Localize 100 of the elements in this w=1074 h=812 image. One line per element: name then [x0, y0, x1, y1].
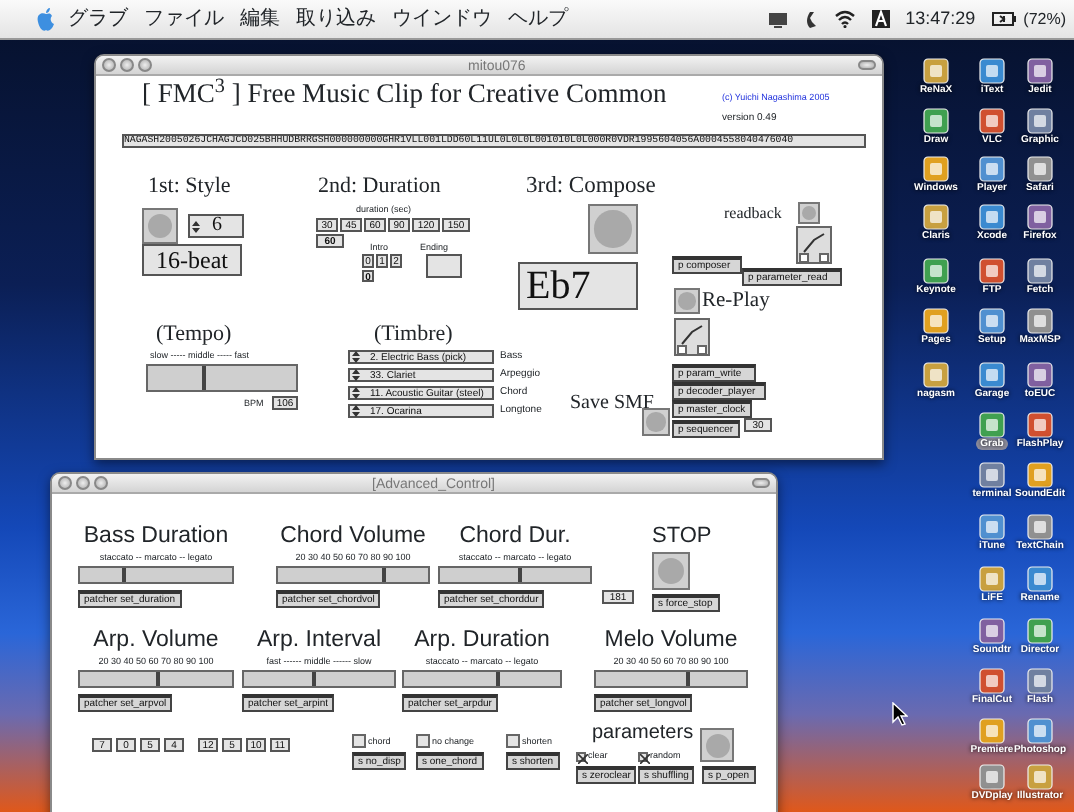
- slider-title: Chord Volume: [278, 526, 428, 549]
- app-icon: [1026, 764, 1054, 790]
- updown-arrow-icon: [350, 350, 362, 364]
- menu-item[interactable]: ファイル: [144, 9, 224, 29]
- heading: [ FMC$^{3}$ ] Free Music Clip for Creative Common: [142, 80, 667, 107]
- bang-button[interactable]: [642, 408, 670, 436]
- section-title: 1st: Style: [148, 176, 231, 198]
- gate-drawing: [674, 318, 710, 356]
- parameters-label: parameters: [592, 724, 694, 744]
- wifi-icon: [833, 10, 856, 28]
- battery-icon: [991, 12, 1016, 26]
- app-icon: [1026, 412, 1054, 438]
- slider-track[interactable]: [78, 566, 234, 584]
- app-icon: [1026, 566, 1054, 592]
- replay-label: Re-Play: [702, 292, 770, 313]
- app-icon: [922, 58, 950, 84]
- toggle[interactable]: [416, 734, 430, 748]
- slider-thumb[interactable]: [201, 366, 206, 390]
- updown-arrow-icon: [350, 386, 362, 400]
- app-icon: [1026, 462, 1054, 488]
- slider-thumb[interactable]: [381, 568, 386, 582]
- menu-item[interactable]: 編集: [240, 9, 280, 29]
- bang-button[interactable]: [674, 288, 700, 314]
- menu-item[interactable]: グラブ: [68, 9, 128, 29]
- menu-item[interactable]: ヘルプ: [508, 9, 568, 29]
- ending-box[interactable]: [426, 254, 462, 278]
- bang-button[interactable]: [798, 202, 820, 224]
- app-icon: [978, 58, 1006, 84]
- app-icon: [978, 108, 1006, 134]
- updown-arrow-icon: [190, 219, 204, 233]
- toggle[interactable]: [576, 752, 586, 762]
- zoom-button[interactable]: [752, 478, 770, 488]
- app-icon: [978, 362, 1006, 388]
- slider-track[interactable]: [78, 670, 234, 688]
- updown-arrow-icon: [350, 368, 362, 382]
- slider-track[interactable]: [594, 670, 748, 688]
- input-menu-icon: [871, 10, 890, 28]
- section-title: (Tempo): [156, 324, 232, 346]
- menu-item[interactable]: 取り込み: [296, 9, 376, 29]
- bang-button[interactable]: [588, 204, 638, 254]
- stop-label: STOP: [652, 526, 712, 548]
- app-icon: [978, 412, 1006, 438]
- toggle[interactable]: [638, 752, 648, 762]
- app-icon: [922, 362, 950, 388]
- bang-button[interactable]: [700, 728, 734, 762]
- app-icon: [1026, 204, 1054, 230]
- slider-thumb[interactable]: [121, 568, 126, 582]
- pattern-display: 16-beat: [142, 244, 242, 276]
- app-icon: [922, 204, 950, 230]
- app-icon: [978, 514, 1006, 540]
- app-icon: [1026, 108, 1054, 134]
- save-label: Save SMF: [570, 394, 654, 414]
- slider-thumb[interactable]: [311, 672, 316, 686]
- section-title: 2nd: Duration: [318, 176, 441, 198]
- battery-level: (72%): [1023, 11, 1066, 27]
- apple-icon: [36, 7, 56, 31]
- updown-arrow-icon: [350, 404, 362, 418]
- slider-track[interactable]: [242, 670, 396, 688]
- bang-button[interactable]: [652, 552, 690, 590]
- slider-track[interactable]: [438, 566, 592, 584]
- app-icon: [1026, 58, 1054, 84]
- app-icon: [922, 156, 950, 182]
- zoom-button[interactable]: [858, 60, 876, 70]
- app-icon: [978, 718, 1006, 744]
- app-icon: [978, 204, 1006, 230]
- gate-drawing: [796, 226, 832, 264]
- slider-track[interactable]: [276, 566, 430, 584]
- slider-title: Arp. Duration: [412, 630, 552, 653]
- number-box[interactable]: 6: [188, 214, 244, 238]
- slider-thumb[interactable]: [156, 672, 161, 686]
- slider-title: Arp. Volume: [91, 630, 221, 653]
- pointer-icon: [892, 702, 908, 726]
- slider-title: Melo Volume: [602, 630, 740, 653]
- slider-thumb[interactable]: [517, 568, 522, 582]
- bang-button[interactable]: [142, 208, 178, 244]
- toggle[interactable]: [352, 734, 366, 748]
- app-icon: [978, 258, 1006, 284]
- menu-item[interactable]: ウインドウ: [392, 9, 492, 29]
- app-icon: [922, 108, 950, 134]
- app-icon: [1026, 514, 1054, 540]
- readback-label: readback: [724, 206, 782, 222]
- slider-thumb[interactable]: [495, 672, 500, 686]
- app-icon: [978, 566, 1006, 592]
- app-icon: [1026, 156, 1054, 182]
- slider-track[interactable]: [402, 670, 562, 688]
- app-icon: [978, 308, 1006, 334]
- slider-title: Bass Duration: [81, 526, 231, 549]
- slider-thumb[interactable]: [686, 672, 691, 686]
- section-title: 3rd: Compose: [526, 176, 656, 199]
- chord-display: Eb7: [518, 262, 638, 310]
- toggle[interactable]: [506, 734, 520, 748]
- slider-track[interactable]: [146, 364, 298, 392]
- app-icon: [1026, 308, 1054, 334]
- app-icon: [978, 618, 1006, 644]
- app-icon: [978, 156, 1006, 182]
- app-icon: [1026, 258, 1054, 284]
- section-title: (Timbre): [374, 324, 453, 346]
- clock[interactable]: 13:47:29: [905, 10, 976, 28]
- app-icon: [1026, 362, 1054, 388]
- app-icon: [922, 308, 950, 334]
